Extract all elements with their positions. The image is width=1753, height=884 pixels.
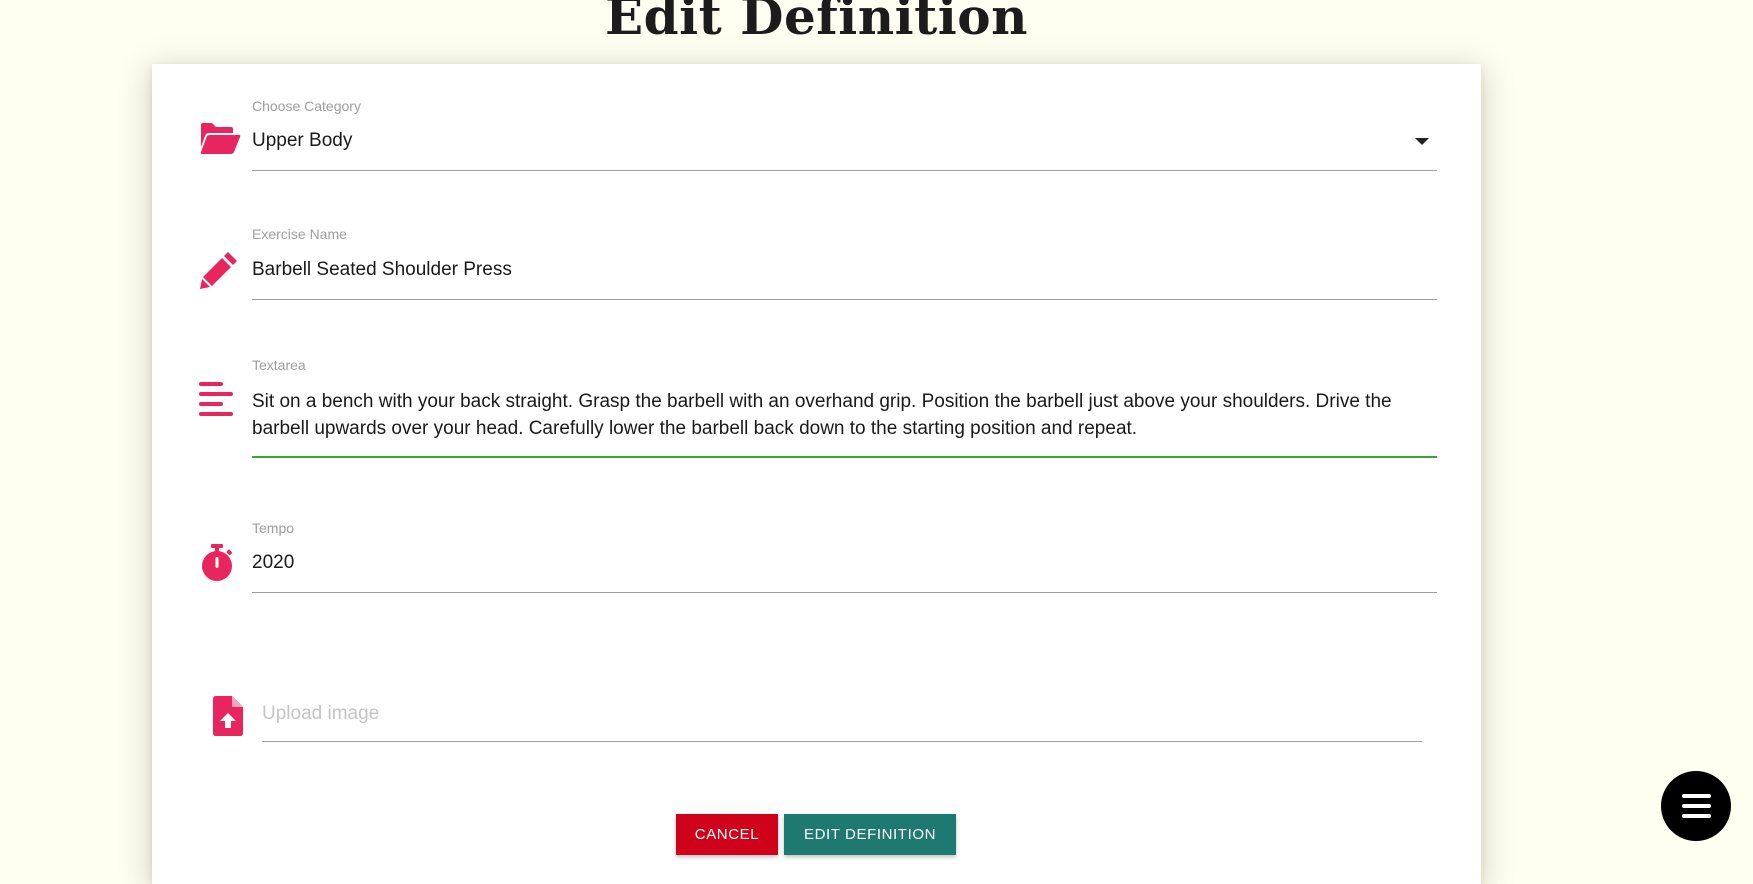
category-select[interactable]: Upper Body bbox=[252, 130, 352, 152]
stopwatch-icon bbox=[200, 544, 234, 587]
pencil-icon bbox=[199, 250, 239, 295]
description-label: Textarea bbox=[252, 357, 306, 373]
edit-definition-button[interactable]: EDIT DEFINITION bbox=[784, 814, 956, 855]
category-underline bbox=[252, 170, 1437, 171]
file-upload-icon[interactable] bbox=[213, 696, 243, 741]
exercise-name-label: Exercise Name bbox=[252, 226, 347, 242]
menu-fab-button[interactable] bbox=[1661, 771, 1731, 841]
chevron-down-icon[interactable] bbox=[1415, 138, 1429, 145]
description-underline bbox=[252, 456, 1437, 458]
tempo-input[interactable]: 2020 bbox=[252, 552, 294, 574]
page-title: Edit Definition bbox=[605, 0, 1028, 46]
cancel-button[interactable]: CANCEL bbox=[676, 814, 778, 855]
upload-image-input[interactable]: Upload image bbox=[262, 703, 379, 725]
align-left-icon bbox=[199, 382, 235, 421]
category-label: Choose Category bbox=[252, 98, 361, 114]
exercise-name-underline bbox=[252, 299, 1437, 300]
folder-open-icon bbox=[199, 121, 241, 160]
upload-underline bbox=[262, 741, 1422, 742]
exercise-name-input[interactable]: Barbell Seated Shoulder Press bbox=[252, 259, 512, 281]
edit-definition-card: Choose Category Upper Body Exercise Name… bbox=[152, 64, 1481, 884]
tempo-underline bbox=[252, 592, 1437, 593]
description-textarea[interactable]: Sit on a bench with your back straight. … bbox=[252, 388, 1437, 442]
tempo-label: Tempo bbox=[252, 520, 295, 536]
